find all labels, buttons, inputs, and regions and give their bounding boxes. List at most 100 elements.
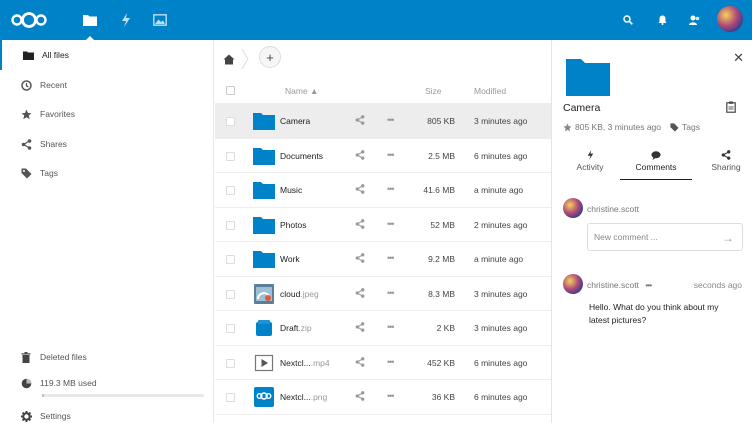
table-row[interactable]: Work ••• 9.2 MB a minute ago [215, 242, 551, 277]
image-thumbnail [253, 283, 275, 304]
image-icon [153, 14, 167, 26]
table-row[interactable]: Camera ••• 805 KB 3 minutes ago [215, 104, 551, 139]
file-name[interactable]: Draft.zip [280, 323, 312, 333]
file-name[interactable]: cloud.jpeg [280, 289, 319, 299]
file-modified: 6 minutes ago [474, 392, 528, 402]
column-modified[interactable]: Modified [474, 86, 506, 96]
share-icon[interactable] [355, 218, 365, 229]
file-name[interactable]: Work [280, 254, 300, 264]
column-name[interactable]: Name ▲ [285, 86, 318, 96]
share-icon[interactable] [355, 253, 365, 263]
row-checkbox[interactable] [226, 255, 235, 264]
nextcloud-logo[interactable] [10, 10, 48, 30]
app-files[interactable] [72, 0, 108, 40]
share-icon[interactable] [355, 356, 365, 367]
sidebar-item-all-files[interactable]: All files [0, 40, 214, 70]
breadcrumb-separator-icon [241, 49, 249, 69]
more-actions-icon[interactable]: ••• [387, 357, 395, 367]
more-actions-icon[interactable]: ••• [387, 184, 395, 194]
share-icon[interactable] [355, 287, 365, 298]
select-all-checkbox[interactable] [226, 86, 235, 95]
comment-author-name: christine.scott [587, 280, 639, 290]
file-size: 2.5 MB [428, 150, 455, 161]
comment-more-icon[interactable]: ••• [645, 280, 652, 290]
sidebar: All files Recent Favorites Shares Tags D… [0, 40, 214, 423]
share-icon [721, 148, 731, 162]
user-avatar[interactable] [717, 6, 743, 32]
quota-label: 119.3 MB used [40, 378, 97, 388]
row-checkbox[interactable] [226, 117, 235, 126]
comment-input[interactable] [594, 232, 714, 242]
table-row[interactable]: Documents ••• 2.5 MB 6 minutes ago [215, 139, 551, 173]
video-icon [253, 353, 275, 373]
row-checkbox[interactable] [226, 289, 235, 299]
new-comment-field[interactable]: → [587, 223, 743, 251]
table-row[interactable]: Nextcl....mp4 ••• 452 KB 6 minutes ago [215, 346, 551, 380]
share-icon[interactable] [355, 184, 365, 194]
send-arrow-icon[interactable]: → [722, 231, 734, 245]
tab-comments[interactable]: Comments [620, 144, 692, 180]
file-modified: a minute ago [474, 254, 524, 264]
file-name[interactable]: Music [280, 185, 302, 195]
file-modified: 3 minutes ago [474, 323, 528, 333]
add-new-button[interactable]: + [259, 46, 281, 68]
app-gallery[interactable] [142, 0, 178, 40]
share-icon[interactable] [355, 115, 365, 125]
close-icon[interactable]: ✕ [733, 50, 744, 66]
table-row[interactable]: Photos ••• 52 MB 2 minutes ago [215, 208, 551, 242]
bell-icon [658, 15, 666, 25]
star-icon[interactable] [563, 122, 572, 132]
row-checkbox[interactable] [226, 151, 235, 161]
share-icon[interactable] [355, 322, 365, 332]
share-icon[interactable] [355, 391, 365, 401]
more-actions-icon[interactable]: ••• [387, 150, 395, 160]
more-actions-icon[interactable]: ••• [387, 322, 395, 332]
more-actions-icon[interactable]: ••• [387, 391, 395, 401]
row-checkbox[interactable] [226, 358, 235, 368]
file-modified: 3 minutes ago [474, 116, 528, 126]
app-activity[interactable] [108, 0, 144, 40]
file-name[interactable]: Documents [280, 151, 323, 161]
file-name[interactable]: Photos [280, 220, 306, 230]
breadcrumb [223, 48, 249, 70]
contacts-button[interactable] [686, 12, 702, 28]
folder-icon [253, 249, 275, 269]
row-checkbox[interactable] [226, 393, 235, 402]
more-actions-icon[interactable]: ••• [387, 288, 395, 298]
sidebar-item-recent[interactable]: Recent [0, 70, 214, 100]
row-checkbox[interactable] [226, 324, 235, 333]
sidebar-item-shares[interactable]: Shares [0, 129, 214, 159]
file-name[interactable]: Nextcl....png [280, 392, 327, 402]
column-size[interactable]: Size [425, 86, 442, 96]
sidebar-item-settings[interactable]: Settings [0, 401, 214, 423]
tab-sharing[interactable]: Sharing [706, 144, 746, 180]
row-checkbox[interactable] [226, 220, 235, 230]
sidebar-item-label: Tags [40, 168, 58, 178]
sidebar-item-favorites[interactable]: Favorites [0, 99, 214, 129]
more-actions-icon[interactable]: ••• [387, 253, 395, 263]
file-name[interactable]: Nextcl....mp4 [280, 358, 330, 368]
share-icon[interactable] [355, 149, 365, 160]
tab-activity[interactable]: Activity [571, 144, 609, 180]
search-button[interactable] [620, 12, 636, 28]
more-actions-icon[interactable]: ••• [387, 115, 395, 125]
clipboard-icon[interactable] [726, 101, 736, 113]
details-tags-link[interactable]: Tags [682, 122, 700, 132]
row-checkbox[interactable] [226, 186, 235, 195]
sidebar-item-tags[interactable]: Tags [0, 158, 214, 188]
tag-icon[interactable] [670, 122, 679, 132]
file-name[interactable]: Camera [280, 116, 310, 126]
clock-icon [20, 79, 32, 91]
more-actions-icon[interactable]: ••• [387, 219, 395, 229]
table-row[interactable]: Draft.zip ••• 2 KB 3 minutes ago [215, 311, 551, 346]
pie-chart-icon [20, 377, 32, 389]
sidebar-item-label: All files [42, 50, 69, 60]
sidebar-item-label: Deleted files [40, 352, 87, 362]
file-basename: cloud [280, 288, 301, 299]
zip-icon [253, 318, 275, 338]
table-row[interactable]: Music ••• 41.6 MB a minute ago [215, 173, 551, 208]
table-row[interactable]: cloud.jpeg ••• 8.3 MB 3 minutes ago [215, 277, 551, 311]
table-row[interactable]: Nextcl....png ••• 36 KB 6 minutes ago [215, 380, 551, 415]
home-icon[interactable] [223, 54, 235, 65]
notifications-button[interactable] [654, 12, 670, 28]
